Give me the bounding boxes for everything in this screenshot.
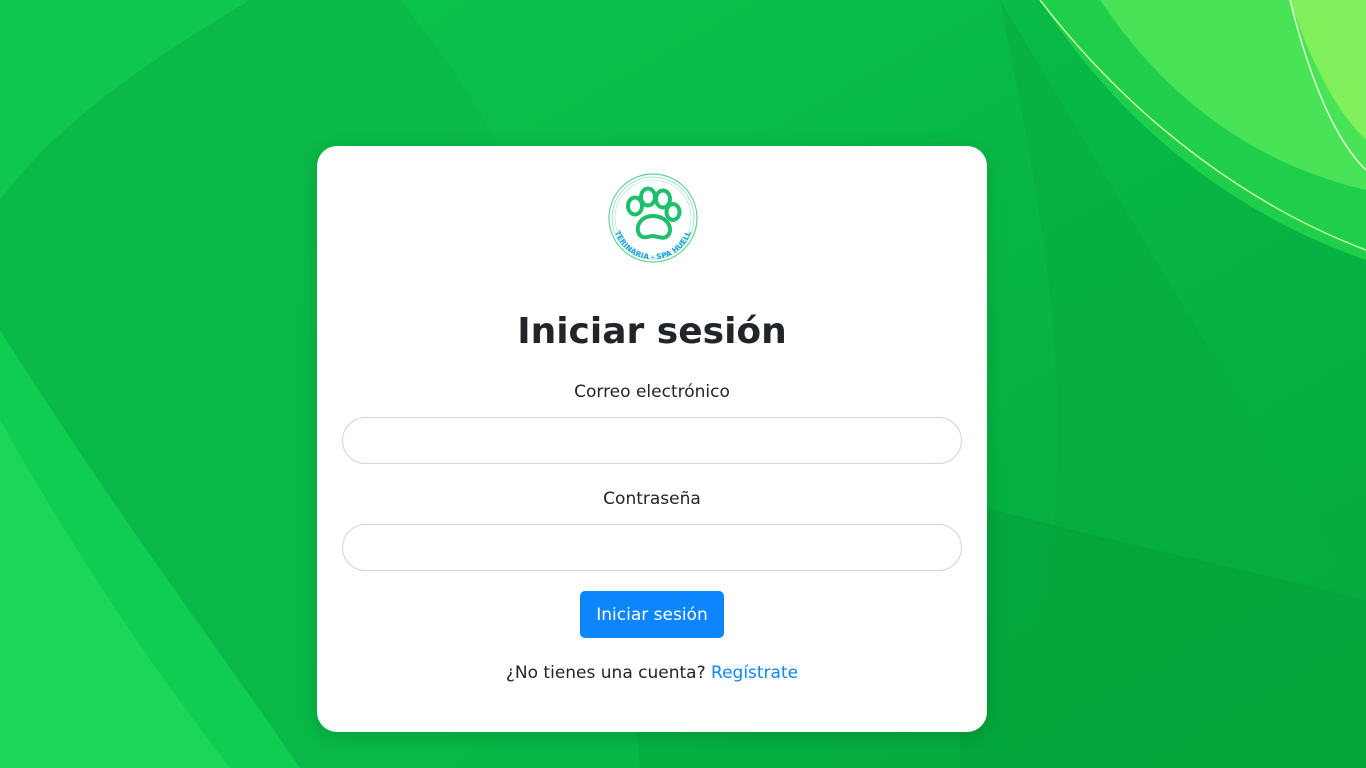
logo: VETERINARIA - SPA HUELLAS <box>600 163 703 270</box>
password-field[interactable] <box>342 524 962 571</box>
register-link[interactable]: Regístrate <box>711 663 798 683</box>
register-prompt: ¿No tienes una cuenta? Regístrate <box>317 661 987 685</box>
password-label: Contraseña <box>603 489 701 509</box>
paw-icon: VETERINARIA - SPA HUELLAS <box>600 163 698 263</box>
email-field[interactable] <box>342 417 962 464</box>
login-card: VETERINARIA - SPA HUELLAS Iniciar sesión… <box>317 146 987 732</box>
login-button[interactable]: Iniciar sesión <box>580 591 724 638</box>
page-title: Iniciar sesión <box>517 311 787 352</box>
no-account-text: ¿No tienes una cuenta? <box>505 663 706 683</box>
email-label: Correo electrónico <box>574 382 730 402</box>
